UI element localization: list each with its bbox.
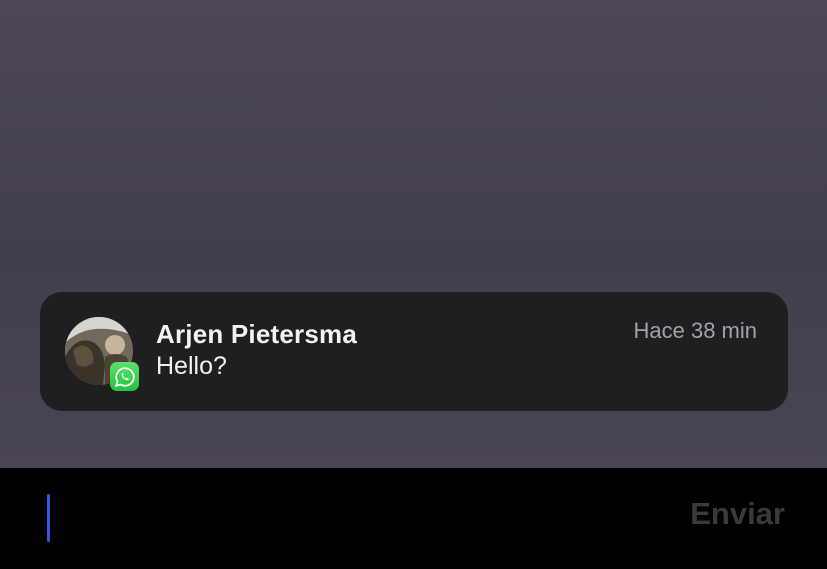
notification-time: Hace 38 min [633,318,757,343]
sender-name: Arjen Pietersma [156,319,357,349]
quick-reply-bar: Enviar [0,468,827,569]
text-cursor [47,494,50,542]
message-notification[interactable]: Arjen Pietersma Hello? Hace 38 min [40,292,788,411]
lock-screen: Arjen Pietersma Hello? Hace 38 min Envia… [0,0,827,569]
send-button[interactable]: Enviar [690,496,785,532]
reply-input[interactable] [40,490,640,546]
message-preview: Hello? [156,352,227,380]
whatsapp-icon [110,362,139,391]
